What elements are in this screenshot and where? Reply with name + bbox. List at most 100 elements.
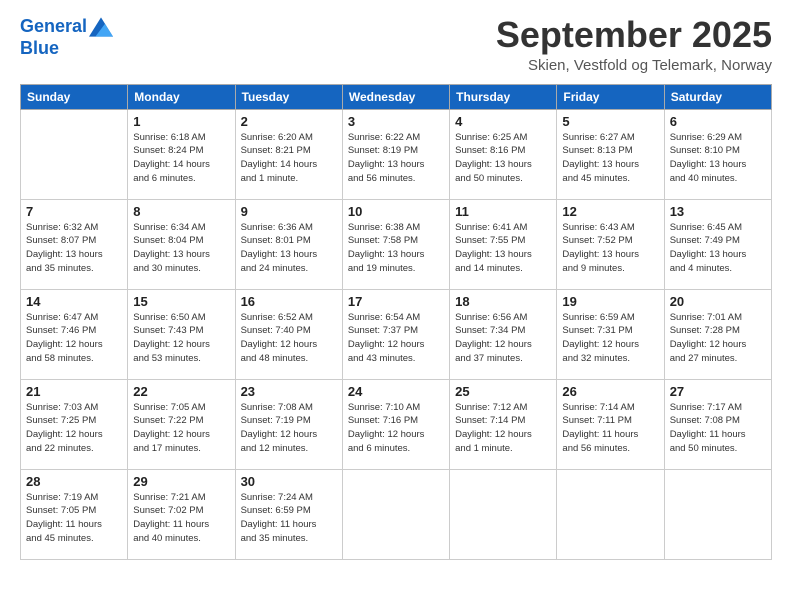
week-row-2: 7 Sunrise: 6:32 AMSunset: 8:07 PMDaylight… xyxy=(21,199,772,289)
location: Skien, Vestfold og Telemark, Norway xyxy=(496,57,772,74)
day-number: 27 xyxy=(670,384,766,399)
day-info: Sunrise: 7:01 AMSunset: 7:28 PMDaylight:… xyxy=(670,311,766,366)
day-number: 26 xyxy=(562,384,658,399)
day-number: 10 xyxy=(348,204,444,219)
calendar-cell: 13 Sunrise: 6:45 AMSunset: 7:49 PMDayligh… xyxy=(664,199,771,289)
calendar-cell: 9 Sunrise: 6:36 AMSunset: 8:01 PMDaylight… xyxy=(235,199,342,289)
calendar-cell: 24 Sunrise: 7:10 AMSunset: 7:16 PMDayligh… xyxy=(342,379,449,469)
day-number: 17 xyxy=(348,294,444,309)
week-row-3: 14 Sunrise: 6:47 AMSunset: 7:46 PMDayligh… xyxy=(21,289,772,379)
day-info: Sunrise: 6:20 AMSunset: 8:21 PMDaylight:… xyxy=(241,131,337,186)
day-number: 25 xyxy=(455,384,551,399)
day-number: 16 xyxy=(241,294,337,309)
calendar-cell: 23 Sunrise: 7:08 AMSunset: 7:19 PMDayligh… xyxy=(235,379,342,469)
day-info: Sunrise: 6:45 AMSunset: 7:49 PMDaylight:… xyxy=(670,221,766,276)
day-number: 12 xyxy=(562,204,658,219)
calendar-cell: 20Sunrise: 7:01 AMSunset: 7:28 PMDayligh… xyxy=(664,289,771,379)
day-number: 30 xyxy=(241,474,337,489)
day-info: Sunrise: 6:47 AMSunset: 7:46 PMDaylight:… xyxy=(26,311,122,366)
calendar-cell: 27 Sunrise: 7:17 AMSunset: 7:08 PMDayligh… xyxy=(664,379,771,469)
calendar-cell: 3Sunrise: 6:22 AMSunset: 8:19 PMDaylight… xyxy=(342,109,449,199)
day-info: Sunrise: 7:08 AMSunset: 7:19 PMDaylight:… xyxy=(241,401,337,456)
day-info: Sunrise: 6:52 AMSunset: 7:40 PMDaylight:… xyxy=(241,311,337,366)
day-number: 15 xyxy=(133,294,229,309)
calendar-cell: 1Sunrise: 6:18 AMSunset: 8:24 PMDaylight… xyxy=(128,109,235,199)
header: General Blue September 2025 Skien, Vestf… xyxy=(20,15,772,74)
weekday-header-tuesday: Tuesday xyxy=(235,84,342,109)
calendar-cell: 10Sunrise: 6:38 AMSunset: 7:58 PMDayligh… xyxy=(342,199,449,289)
logo-blue-text: Blue xyxy=(20,39,113,59)
week-row-4: 21 Sunrise: 7:03 AMSunset: 7:25 PMDayligh… xyxy=(21,379,772,469)
day-info: Sunrise: 6:34 AMSunset: 8:04 PMDaylight:… xyxy=(133,221,229,276)
day-number: 23 xyxy=(241,384,337,399)
week-row-5: 28 Sunrise: 7:19 AMSunset: 7:05 PMDayligh… xyxy=(21,469,772,559)
calendar-cell: 5 Sunrise: 6:27 AMSunset: 8:13 PMDaylight… xyxy=(557,109,664,199)
day-number: 5 xyxy=(562,114,658,129)
day-info: Sunrise: 6:50 AMSunset: 7:43 PMDaylight:… xyxy=(133,311,229,366)
day-info: Sunrise: 7:24 AMSunset: 6:59 PMDaylight:… xyxy=(241,491,337,546)
calendar-cell: 25 Sunrise: 7:12 AMSunset: 7:14 PMDayligh… xyxy=(450,379,557,469)
day-number: 6 xyxy=(670,114,766,129)
day-info: Sunrise: 7:12 AMSunset: 7:14 PMDaylight:… xyxy=(455,401,551,456)
logo-icon xyxy=(89,15,113,39)
calendar-cell xyxy=(342,469,449,559)
page: General Blue September 2025 Skien, Vestf… xyxy=(0,0,792,612)
title-block: September 2025 Skien, Vestfold og Telema… xyxy=(496,15,772,74)
day-number: 21 xyxy=(26,384,122,399)
day-info: Sunrise: 6:32 AMSunset: 8:07 PMDaylight:… xyxy=(26,221,122,276)
calendar-cell xyxy=(21,109,128,199)
calendar-cell: 30 Sunrise: 7:24 AMSunset: 6:59 PMDayligh… xyxy=(235,469,342,559)
day-info: Sunrise: 7:03 AMSunset: 7:25 PMDaylight:… xyxy=(26,401,122,456)
calendar-cell: 28 Sunrise: 7:19 AMSunset: 7:05 PMDayligh… xyxy=(21,469,128,559)
day-number: 13 xyxy=(670,204,766,219)
day-info: Sunrise: 6:27 AMSunset: 8:13 PMDaylight:… xyxy=(562,131,658,186)
day-number: 7 xyxy=(26,204,122,219)
day-info: Sunrise: 7:14 AMSunset: 7:11 PMDaylight:… xyxy=(562,401,658,456)
day-info: Sunrise: 6:25 AMSunset: 8:16 PMDaylight:… xyxy=(455,131,551,186)
day-info: Sunrise: 7:05 AMSunset: 7:22 PMDaylight:… xyxy=(133,401,229,456)
calendar-cell: 21 Sunrise: 7:03 AMSunset: 7:25 PMDayligh… xyxy=(21,379,128,469)
calendar-cell: 6Sunrise: 6:29 AMSunset: 8:10 PMDaylight… xyxy=(664,109,771,199)
calendar-cell: 4Sunrise: 6:25 AMSunset: 8:16 PMDaylight… xyxy=(450,109,557,199)
day-number: 14 xyxy=(26,294,122,309)
calendar-cell: 17Sunrise: 6:54 AMSunset: 7:37 PMDayligh… xyxy=(342,289,449,379)
calendar-cell xyxy=(664,469,771,559)
day-number: 8 xyxy=(133,204,229,219)
calendar-cell: 22Sunrise: 7:05 AMSunset: 7:22 PMDayligh… xyxy=(128,379,235,469)
weekday-header-wednesday: Wednesday xyxy=(342,84,449,109)
day-number: 24 xyxy=(348,384,444,399)
day-number: 28 xyxy=(26,474,122,489)
day-info: Sunrise: 6:59 AMSunset: 7:31 PMDaylight:… xyxy=(562,311,658,366)
day-info: Sunrise: 6:22 AMSunset: 8:19 PMDaylight:… xyxy=(348,131,444,186)
calendar-cell: 18 Sunrise: 6:56 AMSunset: 7:34 PMDayligh… xyxy=(450,289,557,379)
day-number: 19 xyxy=(562,294,658,309)
day-number: 18 xyxy=(455,294,551,309)
calendar-cell: 2 Sunrise: 6:20 AMSunset: 8:21 PMDaylight… xyxy=(235,109,342,199)
day-number: 2 xyxy=(241,114,337,129)
calendar: SundayMondayTuesdayWednesdayThursdayFrid… xyxy=(20,84,772,560)
day-info: Sunrise: 6:36 AMSunset: 8:01 PMDaylight:… xyxy=(241,221,337,276)
day-info: Sunrise: 7:19 AMSunset: 7:05 PMDaylight:… xyxy=(26,491,122,546)
weekday-header-saturday: Saturday xyxy=(664,84,771,109)
calendar-cell xyxy=(557,469,664,559)
day-number: 9 xyxy=(241,204,337,219)
day-info: Sunrise: 7:21 AMSunset: 7:02 PMDaylight:… xyxy=(133,491,229,546)
day-number: 1 xyxy=(133,114,229,129)
day-info: Sunrise: 6:43 AMSunset: 7:52 PMDaylight:… xyxy=(562,221,658,276)
calendar-cell: 8 Sunrise: 6:34 AMSunset: 8:04 PMDaylight… xyxy=(128,199,235,289)
weekday-header-row: SundayMondayTuesdayWednesdayThursdayFrid… xyxy=(21,84,772,109)
day-info: Sunrise: 7:17 AMSunset: 7:08 PMDaylight:… xyxy=(670,401,766,456)
weekday-header-monday: Monday xyxy=(128,84,235,109)
week-row-1: 1Sunrise: 6:18 AMSunset: 8:24 PMDaylight… xyxy=(21,109,772,199)
calendar-cell: 12 Sunrise: 6:43 AMSunset: 7:52 PMDayligh… xyxy=(557,199,664,289)
day-info: Sunrise: 6:56 AMSunset: 7:34 PMDaylight:… xyxy=(455,311,551,366)
logo-text: General xyxy=(20,17,87,37)
day-info: Sunrise: 7:10 AMSunset: 7:16 PMDaylight:… xyxy=(348,401,444,456)
calendar-cell xyxy=(450,469,557,559)
day-number: 29 xyxy=(133,474,229,489)
weekday-header-sunday: Sunday xyxy=(21,84,128,109)
day-info: Sunrise: 6:41 AMSunset: 7:55 PMDaylight:… xyxy=(455,221,551,276)
weekday-header-thursday: Thursday xyxy=(450,84,557,109)
month-title: September 2025 xyxy=(496,15,772,55)
calendar-cell: 26 Sunrise: 7:14 AMSunset: 7:11 PMDayligh… xyxy=(557,379,664,469)
